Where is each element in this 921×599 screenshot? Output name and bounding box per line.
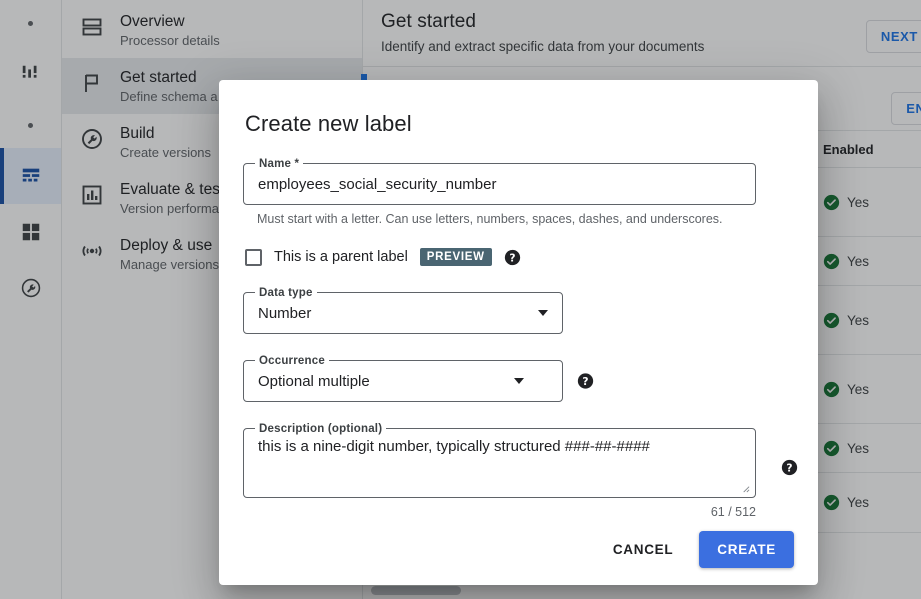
data-type-label: Data type	[255, 286, 317, 300]
chevron-down-icon	[514, 378, 524, 384]
help-icon[interactable]: ?	[577, 373, 594, 390]
dialog-title: Create new label	[245, 111, 794, 137]
data-type-wrapper: Data type Number	[243, 292, 563, 334]
occurrence-wrapper: Occurrence Optional multiple ?	[243, 360, 563, 402]
occurrence-select[interactable]: Occurrence Optional multiple	[243, 360, 563, 402]
description-character-counter: 61 / 512	[243, 505, 756, 519]
app-root: Overview Processor details Get started D…	[0, 0, 921, 599]
name-field-hint: Must start with a letter. Can use letter…	[257, 212, 794, 226]
name-field-wrapper: Name * employees_social_security_number	[243, 163, 756, 205]
data-type-select[interactable]: Data type Number	[243, 292, 563, 334]
name-input[interactable]: Name * employees_social_security_number	[243, 163, 756, 205]
help-icon[interactable]: ?	[504, 249, 521, 266]
description-label: Description (optional)	[255, 422, 386, 436]
create-label-dialog: Create new label Name * employees_social…	[219, 80, 818, 585]
svg-text:?: ?	[582, 375, 588, 388]
create-button[interactable]: CREATE	[699, 531, 794, 568]
parent-label-checkbox[interactable]	[245, 249, 262, 266]
resize-handle[interactable]	[741, 484, 750, 493]
preview-badge: PREVIEW	[420, 248, 492, 266]
occurrence-label: Occurrence	[255, 354, 329, 368]
chevron-down-icon	[538, 310, 548, 316]
description-value: this is a nine-digit number, typically s…	[258, 438, 650, 455]
data-type-value: Number	[258, 305, 311, 322]
parent-label-text: This is a parent label	[274, 249, 408, 265]
dialog-actions: CANCEL CREATE	[605, 531, 794, 568]
cancel-button[interactable]: CANCEL	[605, 532, 681, 567]
name-field-label: Name *	[255, 157, 303, 171]
name-input-value: employees_social_security_number	[258, 176, 496, 193]
description-textarea[interactable]: Description (optional) this is a nine-di…	[243, 428, 756, 498]
occurrence-value: Optional multiple	[258, 373, 370, 390]
parent-label-row: This is a parent label PREVIEW ?	[245, 248, 794, 266]
svg-text:?: ?	[509, 251, 515, 264]
svg-text:?: ?	[786, 461, 792, 474]
help-icon[interactable]: ?	[781, 459, 798, 476]
description-wrapper: Description (optional) this is a nine-di…	[243, 428, 756, 498]
